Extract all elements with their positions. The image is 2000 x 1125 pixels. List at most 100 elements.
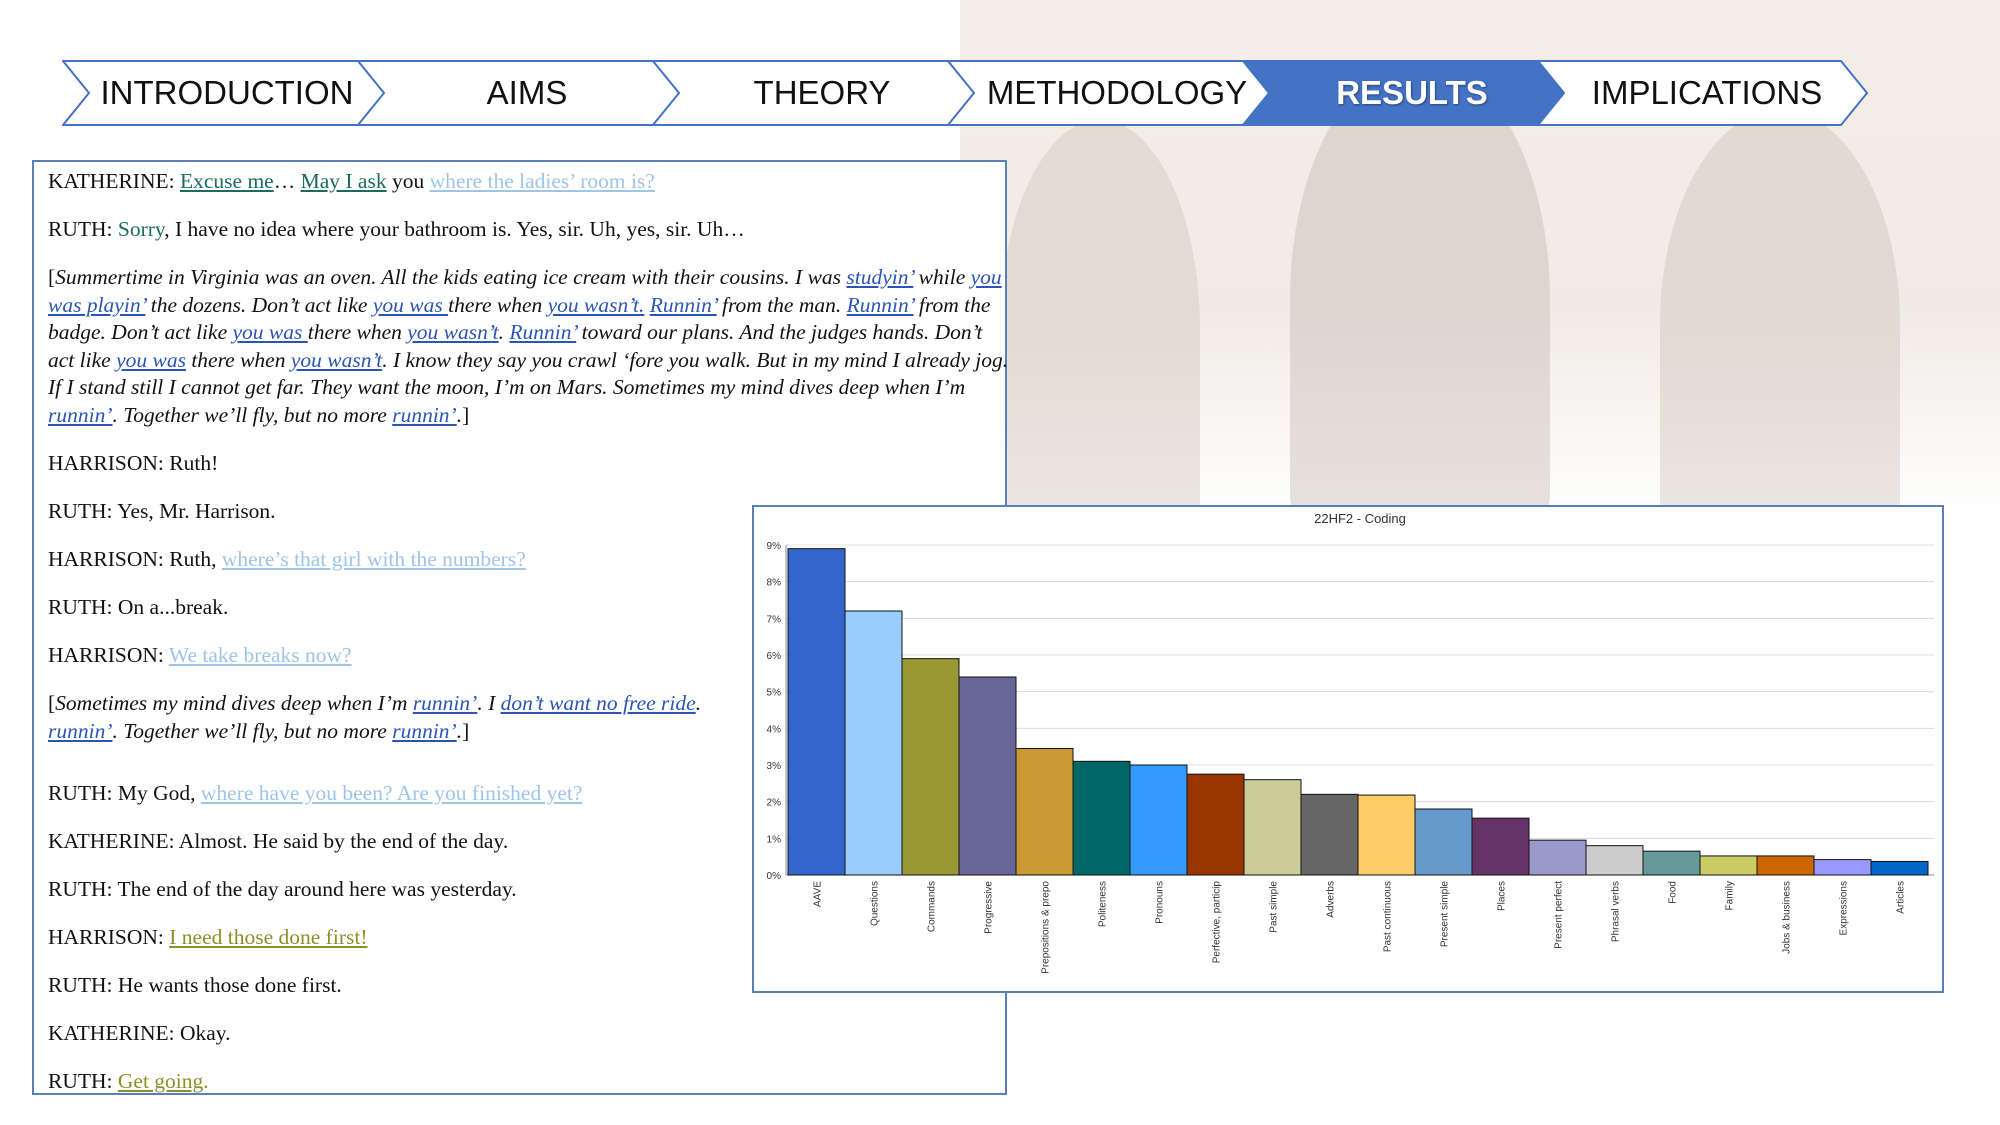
highlight-phrase: runnin’ xyxy=(48,402,113,427)
text: . xyxy=(203,1069,209,1093)
nav-tab-aims[interactable]: AIMS xyxy=(357,60,689,126)
highlight-phrase: studyin’ xyxy=(846,265,914,289)
x-tick-label: Perfective, particip xyxy=(1212,881,1223,964)
bar xyxy=(844,610,903,876)
highlight-phrase: We take breaks now? xyxy=(168,643,352,667)
speaker: KATHERINE: xyxy=(48,829,179,853)
speaker: HARRISON: xyxy=(48,547,170,571)
bar xyxy=(1357,794,1416,876)
y-tick-label: 5% xyxy=(767,688,782,699)
highlight-phrase: where the ladies’ room is? xyxy=(429,169,655,193)
bar xyxy=(1642,850,1701,876)
figure-right xyxy=(1660,110,1900,520)
text: Summertime in Virginia was an oven. All … xyxy=(55,265,847,289)
x-tick-label: Prepositions & prepo xyxy=(1041,881,1052,974)
text: Ruth! xyxy=(169,451,219,475)
bar xyxy=(787,548,846,876)
chart-canvas: 22HF2 - Coding 0% 1% 2% 3% 4% 5% 6% 7% 8% 9% AAVE Qu… xyxy=(767,511,1934,974)
text: . I xyxy=(477,691,501,715)
speaker: RUTH: xyxy=(48,877,118,901)
nav-tab-introduction[interactable]: INTRODUCTION xyxy=(62,60,394,126)
bar xyxy=(1015,748,1074,876)
highlight-phrase: May I ask xyxy=(300,169,387,193)
speaker: RUTH: xyxy=(48,973,118,997)
nav-tab-label: RESULTS xyxy=(1336,74,1488,111)
nav-tab-label: IMPLICATIONS xyxy=(1591,74,1823,111)
text: from the man. xyxy=(716,292,847,317)
highlight-phrase: Runnin’ xyxy=(846,292,914,317)
transcript-line: RUTH: Sorry, I have no idea where your b… xyxy=(48,216,993,243)
nav-tab-results[interactable]: RESULTS xyxy=(1242,60,1574,126)
bar xyxy=(1756,855,1815,876)
text: . xyxy=(695,691,702,715)
bar xyxy=(1813,859,1872,876)
x-tick-label: Past simple xyxy=(1269,881,1280,933)
text: He wants those done first. xyxy=(117,973,342,997)
bar xyxy=(1300,793,1359,876)
text: Sometimes my mind dives deep when I’m xyxy=(55,691,413,715)
speaker: HARRISON: xyxy=(48,643,169,667)
transcript-line: RUTH: Get going. xyxy=(48,1068,993,1095)
speaker: RUTH: xyxy=(48,781,118,805)
x-tick-label: Places xyxy=(1497,881,1508,911)
highlight-phrase: runnin’ xyxy=(392,718,457,743)
text: Okay. xyxy=(179,1021,231,1045)
lyrics-paragraph: [Sometimes my mind dives deep when I’m r… xyxy=(48,690,768,745)
bar xyxy=(1585,845,1644,876)
y-tick-label: 6% xyxy=(767,651,782,662)
nav-tab-methodology[interactable]: METHODOLOGY xyxy=(947,60,1279,126)
figure-center xyxy=(1290,60,1550,520)
speaker: RUTH: xyxy=(48,595,118,619)
lyrics-paragraph: [Summertime in Virginia was an oven. All… xyxy=(48,264,1013,429)
text: , I have no idea where your bathroom is.… xyxy=(164,217,745,241)
bracket: ] xyxy=(462,402,470,427)
text: there when xyxy=(185,347,291,372)
x-tick-label: Family xyxy=(1725,881,1736,910)
speaker: HARRISON: xyxy=(48,925,170,949)
bracket: ] xyxy=(462,718,470,743)
text: while xyxy=(913,265,971,289)
bar xyxy=(958,676,1017,876)
text: there when xyxy=(448,292,548,317)
y-tick-label: 3% xyxy=(767,761,782,772)
highlight-phrase: Get going xyxy=(117,1069,204,1093)
text: there when xyxy=(307,320,408,344)
text: … xyxy=(273,169,301,193)
bar xyxy=(901,658,960,876)
bar xyxy=(1699,855,1758,876)
nav-tab-theory[interactable]: THEORY xyxy=(652,60,984,126)
highlight-phrase: I need those done first! xyxy=(169,925,368,949)
speaker: KATHERINE: xyxy=(48,169,180,193)
highlight-phrase: you was xyxy=(116,347,186,372)
bar xyxy=(1243,779,1302,876)
text: . xyxy=(498,320,510,344)
highlight-phrase: runnin’ xyxy=(392,402,457,427)
text: Yes, Mr. Harrison. xyxy=(117,499,276,523)
highlight-phrase: Runnin’ xyxy=(509,320,577,344)
x-tick-label: AAVE xyxy=(813,881,824,907)
y-tick-label: 8% xyxy=(767,578,782,589)
text: The end of the day around here was yeste… xyxy=(117,877,517,901)
x-tick-label: Politeness xyxy=(1098,881,1109,927)
bar xyxy=(1186,773,1245,876)
x-tick-label: Progressive xyxy=(984,881,995,934)
highlight-phrase: runnin’ xyxy=(412,691,478,715)
nav-tab-label: INTRODUCTION xyxy=(100,74,354,111)
speaker: KATHERINE: xyxy=(48,1021,180,1045)
speaker: RUTH: xyxy=(48,217,118,241)
chevron-nav: INTRODUCTION AIMS THEORY METHODOLOGY RESULTS… xyxy=(62,60,1872,128)
highlight-phrase: where have you been? Are you finished ye… xyxy=(200,781,583,805)
speaker: RUTH: xyxy=(48,1069,118,1093)
x-tick-label: Expressions xyxy=(1839,881,1850,935)
highlight-phrase: you wasn’t xyxy=(290,347,383,372)
highlight-phrase: you was xyxy=(372,292,449,317)
highlight-phrase: don’t want no free ride xyxy=(500,691,696,715)
nav-tab-implications[interactable]: IMPLICATIONS xyxy=(1537,60,1869,126)
bar xyxy=(1528,839,1587,876)
y-tick-label: 2% xyxy=(767,798,782,809)
coding-bar-chart: 22HF2 - Coding 0% 1% 2% 3% 4% 5% 6% 7% 8% 9% AAVE Qu… xyxy=(752,505,1944,993)
chart-title: 22HF2 - Coding xyxy=(1314,511,1406,526)
y-tick-label: 1% xyxy=(767,834,782,845)
x-tick-label: Present perfect xyxy=(1554,881,1565,949)
transcript-line: HARRISON: Ruth! xyxy=(48,450,993,477)
